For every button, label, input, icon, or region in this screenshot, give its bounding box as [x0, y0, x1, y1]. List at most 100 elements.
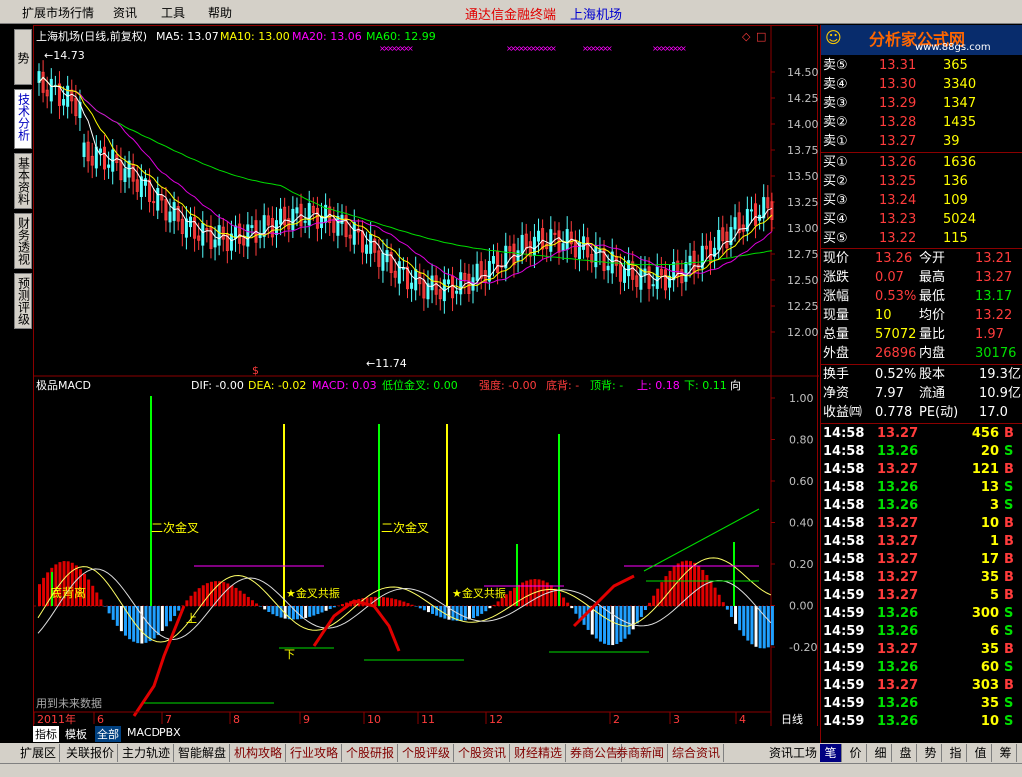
info-tab[interactable]: 智能解盘 [175, 744, 231, 762]
quote-tab[interactable]: 价 [845, 744, 867, 762]
macd-bar [91, 585, 95, 606]
info-tab[interactable]: 关联报价 [63, 744, 119, 762]
quote-row: 买① 13.26 1636 [821, 153, 1022, 172]
tab-indicator[interactable]: 指标 [33, 726, 59, 742]
ask-price: 13.27 [879, 134, 917, 149]
tab-template[interactable]: 模板 [65, 726, 87, 742]
divider [821, 423, 1022, 424]
price-tick-label: 12.25 [787, 300, 819, 313]
fin-label: 流通 [919, 386, 946, 401]
bid-volume: 115 [943, 231, 968, 246]
tick-row: 14:58 13.26 20 S [821, 443, 1022, 461]
quote-tab[interactable]: 指 [945, 744, 967, 762]
info-tab[interactable]: 个股评级 [399, 744, 455, 762]
macd-bar [492, 604, 496, 606]
tab-all[interactable]: 全部 [95, 726, 121, 742]
diamond-icon[interactable]: ◇ [742, 30, 751, 43]
ask-price: 13.31 [879, 58, 917, 73]
candle-body [565, 229, 569, 250]
info-tab[interactable]: 资讯工场 [766, 744, 822, 762]
quote-tab[interactable]: 盘 [895, 744, 917, 762]
quote-tab[interactable]: 势 [920, 744, 942, 762]
candle-body [491, 256, 495, 264]
ma10-label: MA10: 13.00 [220, 30, 290, 43]
time-tick-label: 11 [421, 713, 435, 726]
tab-pbx[interactable]: PBX [159, 726, 181, 739]
macd-bar [95, 592, 99, 606]
quote-tab[interactable]: 细 [870, 744, 892, 762]
macd-bar [496, 601, 500, 606]
tick-row: 14:59 13.26 10 S [821, 713, 1022, 731]
tab-intraday[interactable]: 分时走势 [14, 29, 45, 85]
macd-bar [189, 595, 193, 606]
macd-bar [541, 580, 545, 606]
tick-vol: 60 [980, 660, 999, 675]
tab-basic-info[interactable]: 基本资料 [14, 153, 32, 209]
tick-vol: 10 [980, 714, 999, 729]
info-tab[interactable]: 主力轨迹 [119, 744, 175, 762]
candle-body [733, 217, 737, 230]
quote-tab[interactable]: 笔 [820, 744, 842, 762]
menu-item-help[interactable]: 帮助 [208, 4, 232, 21]
signal-spikes [51, 396, 735, 606]
price-tick-label: 13.75 [787, 144, 819, 157]
tab-rating[interactable]: 预测评级 [14, 273, 32, 329]
fin-label: 股本 [919, 367, 946, 382]
trend-line [643, 508, 760, 572]
price-tick-label: 13.00 [787, 222, 819, 235]
macd-bar [734, 606, 738, 624]
candle-body [651, 284, 655, 287]
window-square-icon[interactable]: □ [756, 30, 766, 43]
menu-item-tools[interactable]: 工具 [161, 4, 185, 21]
tick-vol: 456 [971, 426, 999, 441]
chart-canvas[interactable]: 上海机场(日线,前复权) MA5: 13.07 MA10: 13.00 MA20… [34, 26, 819, 740]
stat-value: 30176 [975, 346, 1017, 361]
menu-item-news[interactable]: 资讯 [113, 4, 137, 21]
tick-time: 14:59 [823, 660, 865, 675]
macd-bar [598, 606, 602, 642]
info-tab[interactable]: 财经精选 [511, 744, 567, 762]
stat-value: 10 [875, 308, 892, 323]
info-tab[interactable]: 综合资讯 [669, 744, 725, 762]
tab-macd[interactable]: MACD [127, 726, 160, 739]
tab-finance[interactable]: 财务透视 [14, 213, 32, 269]
macd-bar [750, 606, 754, 645]
tick-time: 14:58 [823, 534, 865, 549]
ask-price: 13.28 [879, 115, 917, 130]
macd-bar [271, 606, 275, 615]
macd-bar [164, 606, 168, 627]
info-tab[interactable]: 个股资讯 [455, 744, 511, 762]
macd-bar [148, 606, 152, 642]
price-axis: 14.50 14.25 14.00 13.75 13.50 13.25 13.00 12.75… [771, 66, 819, 339]
quote-tab[interactable]: 值 [970, 744, 992, 762]
tick-row: 14:59 13.26 35 S [821, 695, 1022, 713]
macd-bar [87, 579, 91, 606]
kline-chart[interactable]: 上海机场(日线,前复权) MA5: 13.07 MA10: 13.00 MA20… [33, 25, 819, 740]
indicator-name: 极品MACD [36, 378, 91, 392]
info-tab[interactable]: 个股研报 [343, 744, 399, 762]
info-tab[interactable]: 扩展区 [17, 744, 61, 762]
macd-bar [205, 583, 209, 606]
menu-item-ext-market[interactable]: 扩展市场行情 [22, 4, 94, 21]
top-div-label: 顶背: - [590, 378, 623, 392]
info-tab[interactable]: 行业攻略 [287, 744, 343, 762]
candle-body [749, 209, 753, 212]
period-label[interactable]: 日线 [781, 712, 803, 726]
tick-row: 14:59 13.27 5 B [821, 587, 1022, 605]
macd-bar [754, 606, 758, 647]
macd-bar [717, 594, 721, 606]
tick-bs: B [1004, 552, 1014, 567]
tick-time: 14:59 [823, 588, 865, 603]
macd-bar [140, 606, 144, 644]
macd-bar [152, 606, 156, 639]
ask-label: 卖① [823, 134, 848, 149]
tab-label: 预测评级 [16, 277, 31, 325]
tab-technical[interactable]: 技术分析 [14, 89, 32, 149]
bottom-div-annotation: 底背离 [50, 585, 86, 600]
info-tab[interactable]: 机构攻略 [231, 744, 287, 762]
quote-tab[interactable]: 筹 [995, 744, 1017, 762]
macd-bar [144, 606, 148, 643]
signal-mark: × [407, 44, 414, 53]
info-tab[interactable]: 券商新闻 [613, 744, 669, 762]
time-tick-label: 3 [673, 713, 680, 726]
